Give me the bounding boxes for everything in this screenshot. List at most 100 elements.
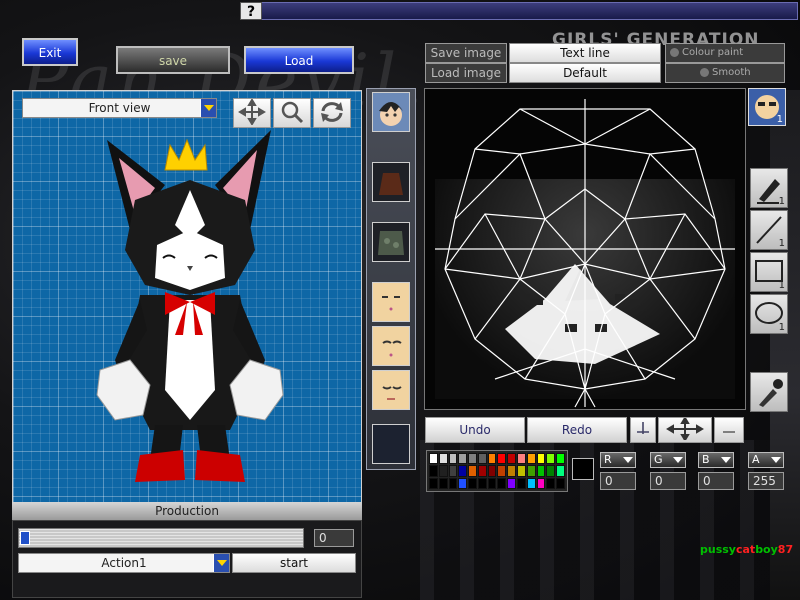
help-icon[interactable]: ? bbox=[240, 2, 262, 20]
color-swatch[interactable] bbox=[448, 453, 458, 465]
color-swatch[interactable] bbox=[487, 453, 497, 465]
point-tool-icon[interactable] bbox=[630, 417, 656, 443]
eyedropper-tool-button[interactable] bbox=[750, 372, 788, 412]
color-swatch[interactable] bbox=[458, 465, 468, 477]
r-value-field[interactable]: 0 bbox=[600, 472, 636, 490]
color-swatch[interactable] bbox=[517, 477, 526, 489]
color-swatch[interactable] bbox=[556, 477, 565, 489]
color-swatch[interactable] bbox=[429, 465, 438, 477]
b-channel-dropdown[interactable]: B bbox=[698, 452, 734, 468]
rectangle-tool-count: 1 bbox=[778, 280, 785, 291]
color-swatch[interactable] bbox=[497, 465, 507, 477]
color-swatch[interactable] bbox=[526, 477, 536, 489]
rectangle-tool-button[interactable]: 1 bbox=[750, 252, 788, 292]
radio-icon bbox=[700, 67, 709, 77]
color-swatch[interactable] bbox=[477, 477, 487, 489]
load-image-button[interactable]: Load image bbox=[425, 63, 507, 83]
color-swatch[interactable] bbox=[526, 465, 536, 477]
move-icon[interactable] bbox=[233, 98, 271, 128]
color-swatch[interactable] bbox=[429, 453, 438, 465]
color-palette[interactable] bbox=[426, 450, 568, 492]
color-swatch[interactable] bbox=[458, 453, 468, 465]
smooth-radio[interactable]: Smooth bbox=[665, 63, 785, 83]
a-channel-dropdown[interactable]: A bbox=[748, 452, 784, 468]
texture-canvas[interactable] bbox=[424, 88, 746, 410]
color-swatch[interactable] bbox=[536, 477, 546, 489]
rotate-icon[interactable] bbox=[313, 98, 351, 128]
face-part-icon-2[interactable] bbox=[372, 326, 410, 366]
b-value-field[interactable]: 0 bbox=[698, 472, 734, 490]
color-swatch[interactable] bbox=[507, 453, 517, 465]
erase-tool-icon[interactable] bbox=[714, 417, 744, 443]
line-tool-count: 1 bbox=[778, 238, 785, 249]
color-swatch[interactable] bbox=[438, 465, 448, 477]
color-swatch[interactable] bbox=[546, 465, 556, 477]
color-swatch[interactable] bbox=[556, 465, 565, 477]
chevron-down-icon[interactable] bbox=[200, 99, 216, 117]
undo-button[interactable]: Undo bbox=[425, 417, 525, 443]
start-button[interactable]: start bbox=[232, 553, 356, 573]
chevron-down-icon[interactable] bbox=[213, 554, 229, 572]
ellipse-tool-button[interactable]: 1 bbox=[750, 294, 788, 334]
background-photo-decoration-right bbox=[770, 90, 800, 600]
face-thumbnail-icon[interactable]: 1 bbox=[748, 88, 786, 126]
pen-tool-button[interactable]: 1 bbox=[750, 168, 788, 208]
color-swatch[interactable] bbox=[497, 477, 507, 489]
color-swatch[interactable] bbox=[556, 453, 565, 465]
color-swatch[interactable] bbox=[487, 465, 497, 477]
color-swatch[interactable] bbox=[487, 477, 497, 489]
armor-part-icon[interactable] bbox=[372, 222, 410, 262]
r-channel-dropdown[interactable]: R bbox=[600, 452, 636, 468]
color-swatch[interactable] bbox=[477, 453, 487, 465]
color-swatch[interactable] bbox=[458, 477, 468, 489]
character-model[interactable] bbox=[95, 130, 285, 490]
color-swatch[interactable] bbox=[546, 477, 556, 489]
color-swatch[interactable] bbox=[536, 453, 546, 465]
redo-button[interactable]: Redo bbox=[527, 417, 627, 443]
color-swatch[interactable] bbox=[448, 465, 458, 477]
default-button[interactable]: Default bbox=[509, 63, 661, 83]
frame-number-field[interactable]: 0 bbox=[314, 529, 354, 547]
color-swatch[interactable] bbox=[517, 465, 526, 477]
color-swatch[interactable] bbox=[517, 453, 526, 465]
view-select-dropdown[interactable]: Front view bbox=[22, 98, 217, 118]
color-swatch[interactable] bbox=[536, 465, 546, 477]
color-swatch[interactable] bbox=[468, 477, 477, 489]
color-swatch[interactable] bbox=[468, 453, 477, 465]
color-swatch[interactable] bbox=[468, 465, 477, 477]
current-color-swatch[interactable] bbox=[572, 458, 594, 480]
exit-button[interactable]: Exit bbox=[22, 38, 78, 66]
color-swatch[interactable] bbox=[477, 465, 487, 477]
g-value-field[interactable]: 0 bbox=[650, 472, 686, 490]
hair-part-icon[interactable] bbox=[372, 92, 410, 132]
empty-part-slot[interactable] bbox=[372, 424, 410, 464]
color-swatch[interactable] bbox=[507, 477, 517, 489]
face-part-icon-3[interactable] bbox=[372, 370, 410, 410]
timeline-slider-knob[interactable] bbox=[20, 531, 30, 545]
save-button[interactable]: save bbox=[116, 46, 230, 74]
color-swatch[interactable] bbox=[546, 453, 556, 465]
action-select-dropdown[interactable]: Action1 bbox=[18, 553, 230, 573]
color-swatch[interactable] bbox=[438, 477, 448, 489]
a-value-field[interactable]: 255 bbox=[748, 472, 784, 490]
a-channel-icon: A bbox=[752, 453, 760, 466]
body-part-icon[interactable] bbox=[372, 162, 410, 202]
color-swatch[interactable] bbox=[438, 453, 448, 465]
g-channel-dropdown[interactable]: G bbox=[650, 452, 686, 468]
line-tool-button[interactable]: 1 bbox=[750, 210, 788, 250]
zoom-icon[interactable] bbox=[273, 98, 311, 128]
color-swatch[interactable] bbox=[429, 477, 438, 489]
color-swatch[interactable] bbox=[526, 453, 536, 465]
save-image-button[interactable]: Save image bbox=[425, 43, 507, 63]
move-texture-icon[interactable] bbox=[658, 416, 712, 443]
r-channel-icon: R bbox=[604, 453, 612, 466]
text-line-button[interactable]: Text line bbox=[509, 43, 661, 63]
color-swatch[interactable] bbox=[497, 453, 507, 465]
color-swatch[interactable] bbox=[507, 465, 517, 477]
load-button[interactable]: Load bbox=[244, 46, 354, 74]
signature-part-4: 87 bbox=[777, 543, 794, 556]
face-part-icon-1[interactable] bbox=[372, 282, 410, 322]
colour-paint-radio[interactable]: Colour paint bbox=[665, 43, 785, 63]
color-swatch[interactable] bbox=[448, 477, 458, 489]
timeline-slider[interactable] bbox=[18, 528, 304, 548]
